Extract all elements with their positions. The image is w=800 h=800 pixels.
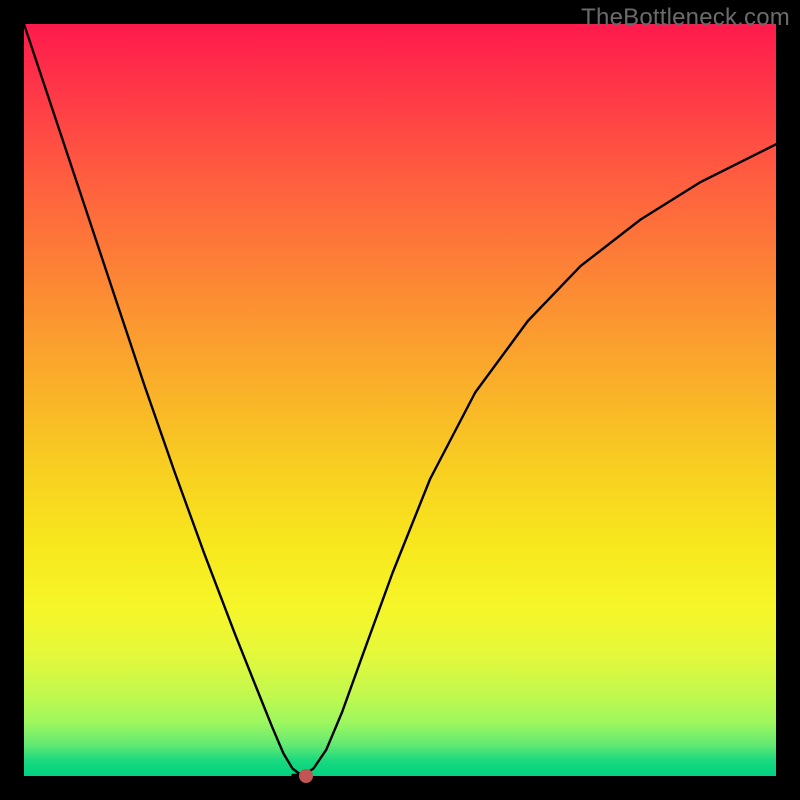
bottleneck-curve: [24, 24, 776, 776]
plot-area: [24, 24, 776, 776]
optimum-marker: [299, 769, 313, 783]
watermark-text: TheBottleneck.com: [581, 4, 790, 32]
chart-frame: TheBottleneck.com: [0, 0, 800, 800]
